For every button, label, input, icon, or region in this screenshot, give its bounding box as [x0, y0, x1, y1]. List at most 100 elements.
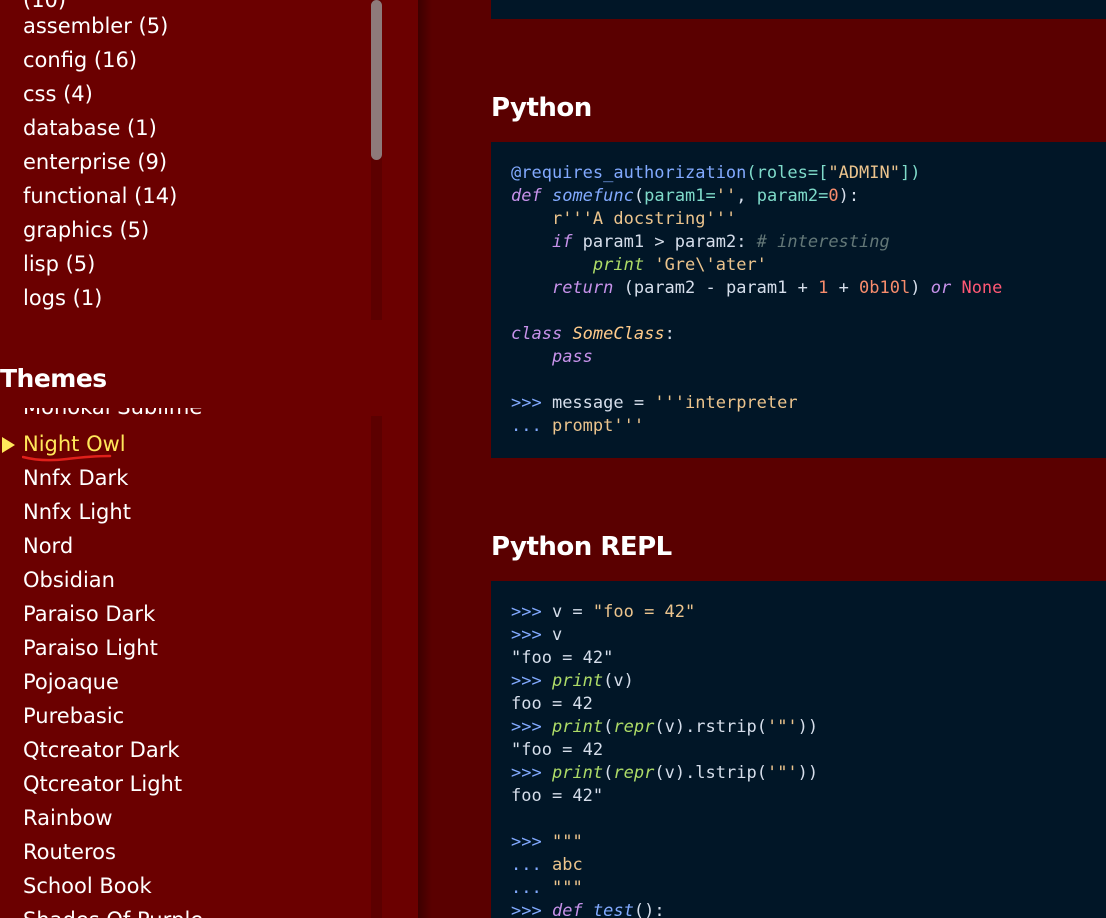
- code-token: +: [828, 278, 860, 298]
- code-token: @requires_authorization: [511, 163, 747, 183]
- code-token: ...: [511, 416, 542, 436]
- code-token: >>>: [511, 763, 542, 783]
- code-token: (: [603, 717, 614, 737]
- code-token: foo = 42": [511, 786, 604, 806]
- code-token: )): [797, 763, 819, 783]
- code-token: ): [910, 278, 931, 298]
- category-item[interactable]: css (4): [0, 77, 177, 111]
- code-token: >>>: [511, 671, 542, 691]
- theme-item[interactable]: Pojoaque: [0, 665, 203, 699]
- code-token: None: [961, 278, 1003, 298]
- code-token: somefunc: [551, 186, 634, 206]
- theme-item-label: Qtcreator Light: [23, 772, 183, 796]
- code-line: ... """: [511, 877, 1106, 900]
- theme-item[interactable]: Nnfx Dark: [0, 461, 203, 495]
- code-token: repr: [613, 763, 655, 783]
- code-token: (: [603, 763, 614, 783]
- theme-item-partial[interactable]: Monokai Sublime: [23, 408, 202, 424]
- code-line: >>> print(repr(v).rstrip('"')): [511, 716, 1106, 739]
- code-token: 1: [818, 278, 829, 298]
- code-token: ...: [511, 855, 542, 875]
- theme-item[interactable]: Purebasic: [0, 699, 203, 733]
- code-token: param1=: [644, 186, 716, 206]
- category-item[interactable]: logs (1): [0, 281, 177, 315]
- code-token: (v).rstrip(: [654, 717, 767, 737]
- themes-heading: Themes: [0, 364, 115, 393]
- category-item[interactable]: graphics (5): [0, 213, 177, 247]
- theme-item[interactable]: Routeros: [0, 835, 203, 869]
- code-token: prompt''': [551, 416, 645, 436]
- code-token: foo = 42: [511, 694, 593, 714]
- code-token: ):: [838, 186, 860, 206]
- code-line: >>> v: [511, 624, 1106, 647]
- code-token: def: [551, 901, 583, 918]
- previous-code-block: [491, 0, 1106, 19]
- category-scrollbar-thumb[interactable]: [371, 0, 382, 160]
- theme-item[interactable]: School Book: [0, 869, 203, 903]
- theme-item-label: Paraiso Dark: [23, 602, 156, 626]
- sidebar: (10) assembler (5) config (16) css (4) data…: [0, 0, 418, 918]
- code-token: roles=: [756, 163, 819, 183]
- category-item[interactable]: assembler (5): [0, 9, 177, 43]
- theme-item-label: Nord: [23, 534, 74, 558]
- code-token: or: [930, 278, 952, 298]
- theme-item-active[interactable]: Night Owl: [0, 427, 203, 462]
- code-token: [: [818, 163, 829, 183]
- theme-item-label: Obsidian: [23, 568, 115, 592]
- theme-item[interactable]: Paraiso Dark: [0, 597, 203, 631]
- code-line: pass: [511, 346, 1106, 369]
- category-item[interactable]: enterprise (9): [0, 145, 177, 179]
- code-line: class SomeClass:: [511, 323, 1106, 346]
- code-token: 'Gre\'ater': [654, 255, 767, 275]
- code-token: >>>: [511, 602, 542, 622]
- theme-item[interactable]: Nord: [0, 529, 203, 563]
- code-token: pass: [551, 347, 593, 367]
- code-token: SomeClass: [572, 324, 665, 344]
- theme-item-label: Shades Of Purple: [23, 908, 203, 918]
- category-list: assembler (5) config (16) css (4) database …: [0, 9, 177, 315]
- theme-item-label: Pojoaque: [23, 670, 119, 694]
- code-token: return: [551, 278, 614, 298]
- triangle-right-icon: [2, 437, 15, 453]
- code-token: ,: [736, 186, 757, 206]
- theme-item[interactable]: Nnfx Light: [0, 495, 203, 529]
- theme-item-label: Routeros: [23, 840, 116, 864]
- theme-item[interactable]: Obsidian: [0, 563, 203, 597]
- code-token: param2=: [756, 186, 829, 206]
- theme-item[interactable]: Rainbow: [0, 801, 203, 835]
- code-token: "foo = 42: [511, 740, 604, 760]
- theme-item[interactable]: Qtcreator Light: [0, 767, 203, 801]
- category-item[interactable]: database (1): [0, 111, 177, 145]
- category-item[interactable]: functional (14): [0, 179, 177, 213]
- code-token: 0b10l: [859, 278, 911, 298]
- code-token: ]): [899, 163, 921, 183]
- code-token: param1 > param2:: [572, 232, 757, 252]
- code-token: abc: [551, 855, 583, 875]
- category-item[interactable]: config (16): [0, 43, 177, 77]
- theme-item[interactable]: Qtcreator Dark: [0, 733, 203, 767]
- category-item[interactable]: lisp (5): [0, 247, 177, 281]
- code-token: """: [551, 832, 583, 852]
- code-line: >>> """: [511, 831, 1106, 854]
- code-token: print: [551, 671, 604, 691]
- code-token: (v): [603, 671, 634, 691]
- category-scrollbar[interactable]: [371, 0, 382, 320]
- code-token: if: [551, 232, 573, 252]
- theme-list: Night Owl Nnfx Dark Nnfx Light Nord Obsidian…: [0, 427, 203, 918]
- code-token: >>>: [511, 625, 542, 645]
- theme-item[interactable]: Paraiso Light: [0, 631, 203, 665]
- code-token: >>>: [511, 901, 542, 918]
- theme-scrollbar[interactable]: [371, 416, 382, 918]
- code-token: 0: [828, 186, 839, 206]
- theme-item[interactable]: Shades Of Purple: [0, 903, 203, 918]
